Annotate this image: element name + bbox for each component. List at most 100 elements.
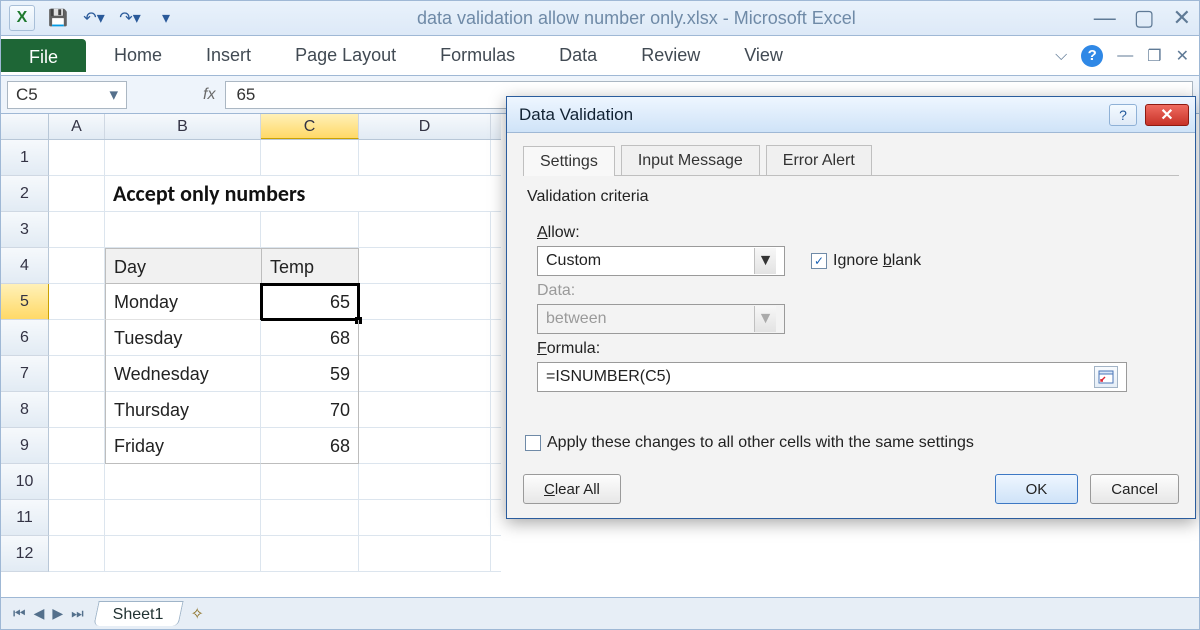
formula-input[interactable]: =ISNUMBER(C5) (537, 362, 1127, 392)
sheet-nav-next-icon[interactable]: ▶ (48, 605, 67, 622)
row-header[interactable]: 11 (1, 500, 49, 536)
name-box[interactable]: C5 ▾ (7, 81, 127, 109)
sheet-tab-strip: ⏮ ◀ ▶ ⏭ Sheet1 ✧ (0, 598, 1200, 630)
row-header[interactable]: 7 (1, 356, 49, 392)
cell-c8[interactable]: 70 (261, 392, 359, 428)
cell-c9[interactable]: 68 (261, 428, 359, 464)
tab-review[interactable]: Review (619, 36, 722, 75)
sheet-title[interactable]: Accept only numbers (105, 176, 313, 212)
row-header[interactable]: 3 (1, 212, 49, 248)
mdi-close-icon[interactable]: ✕ (1176, 46, 1189, 66)
row-header[interactable]: 12 (1, 536, 49, 572)
apply-to-all-label: Apply these changes to all other cells w… (547, 434, 974, 452)
tab-view[interactable]: View (722, 36, 805, 75)
row-header[interactable]: 5 (1, 284, 49, 320)
ignore-blank-checkbox[interactable]: ✓ Ignore blank (811, 252, 921, 270)
row-2: 2 Accept only numbers (1, 176, 501, 212)
allow-label: Allow: (537, 224, 1173, 242)
col-header-d[interactable]: D (359, 114, 491, 139)
row-9: 9 Friday 68 (1, 428, 501, 464)
sheet-tab-sheet1[interactable]: Sheet1 (93, 601, 183, 626)
row-6: 6 Tuesday 68 (1, 320, 501, 356)
tab-page-layout[interactable]: Page Layout (273, 36, 418, 75)
file-tab[interactable]: File (1, 39, 86, 72)
maximize-icon[interactable]: ▢ (1134, 5, 1155, 31)
customize-qat-icon[interactable]: ▾ (153, 5, 179, 31)
dialog-tab-input-message[interactable]: Input Message (621, 145, 760, 175)
titlebar: X 💾 ↶▾ ↷▾ ▾ data validation allow number… (0, 0, 1200, 36)
row-1: 1 (1, 140, 501, 176)
cell-b7[interactable]: Wednesday (105, 356, 261, 392)
save-icon[interactable]: 💾 (45, 5, 71, 31)
row-header[interactable]: 4 (1, 248, 49, 284)
row-header[interactable]: 10 (1, 464, 49, 500)
redo-icon[interactable]: ↷▾ (117, 5, 143, 31)
tab-data[interactable]: Data (537, 36, 619, 75)
cell-c6[interactable]: 68 (261, 320, 359, 356)
ribbon-minimize-icon[interactable]: ⌵ (1055, 47, 1067, 65)
cancel-button[interactable]: Cancel (1090, 474, 1179, 504)
name-box-dropdown-icon[interactable]: ▾ (109, 85, 118, 105)
dialog-title: Data Validation (519, 105, 633, 125)
range-picker-icon[interactable] (1094, 366, 1118, 388)
checkbox-icon (525, 435, 541, 451)
col-header-b[interactable]: B (105, 114, 261, 139)
row-header[interactable]: 6 (1, 320, 49, 356)
sheet-nav-last-icon[interactable]: ⏭ (67, 605, 88, 622)
fx-label[interactable]: fx (193, 86, 225, 104)
column-headers: A B C D (1, 114, 501, 140)
row-header[interactable]: 2 (1, 176, 49, 212)
dialog-tab-settings[interactable]: Settings (523, 146, 615, 176)
row-3: 3 (1, 212, 501, 248)
cell-c4[interactable]: Temp (261, 248, 359, 284)
cell-b8[interactable]: Thursday (105, 392, 261, 428)
undo-icon[interactable]: ↶▾ (81, 5, 107, 31)
tab-formulas[interactable]: Formulas (418, 36, 537, 75)
ok-button[interactable]: OK (995, 474, 1079, 504)
cell-b9[interactable]: Friday (105, 428, 261, 464)
minimize-icon[interactable]: — (1094, 5, 1116, 31)
data-combo: between ▼ (537, 304, 785, 334)
dialog-close-icon[interactable]: ✕ (1145, 104, 1189, 126)
dialog-help-icon[interactable]: ? (1109, 104, 1137, 126)
row-4: 4 Day Temp (1, 248, 501, 284)
cell-c7[interactable]: 59 (261, 356, 359, 392)
col-header-c[interactable]: C (261, 114, 359, 139)
clear-all-button[interactable]: Clear All (523, 474, 621, 504)
row-12: 12 (1, 536, 501, 572)
help-icon[interactable]: ? (1081, 45, 1103, 67)
formula-label: Formula: (537, 340, 1173, 358)
dialog-tabstrip: Settings Input Message Error Alert (523, 145, 1179, 176)
row-5: 5 Monday 65 (1, 284, 501, 320)
new-sheet-icon[interactable]: ✧ (191, 604, 204, 624)
checkbox-icon: ✓ (811, 253, 827, 269)
excel-logo-icon[interactable]: X (9, 5, 35, 31)
select-all-corner[interactable] (1, 114, 49, 139)
cell-b4[interactable]: Day (105, 248, 261, 284)
cell-b6[interactable]: Tuesday (105, 320, 261, 356)
tab-home[interactable]: Home (92, 36, 184, 75)
chevron-down-icon[interactable]: ▼ (754, 248, 776, 274)
row-header[interactable]: 1 (1, 140, 49, 176)
data-validation-dialog: Data Validation ? ✕ Settings Input Messa… (506, 96, 1196, 519)
sheet-nav-first-icon[interactable]: ⏮ (9, 605, 30, 622)
col-header-a[interactable]: A (49, 114, 105, 139)
mdi-minimize-icon[interactable]: — (1117, 47, 1133, 65)
dialog-titlebar[interactable]: Data Validation ? ✕ (507, 97, 1195, 133)
cell-b5[interactable]: Monday (105, 284, 261, 320)
tab-insert[interactable]: Insert (184, 36, 273, 75)
cell-c5[interactable]: 65 (261, 284, 359, 320)
dialog-tab-error-alert[interactable]: Error Alert (766, 145, 872, 175)
allow-combo-value: Custom (546, 252, 601, 270)
mdi-restore-icon[interactable]: ❐ (1147, 46, 1161, 66)
apply-to-all-checkbox[interactable]: Apply these changes to all other cells w… (525, 434, 1179, 452)
close-icon[interactable]: ✕ (1173, 5, 1191, 31)
sheet-nav-prev-icon[interactable]: ◀ (30, 605, 49, 622)
app-title: data validation allow number only.xlsx -… (179, 8, 1094, 29)
name-box-value: C5 (16, 85, 38, 105)
allow-combo[interactable]: Custom ▼ (537, 246, 785, 276)
worksheet-grid[interactable]: A B C D 1 2 Accept only numbers 3 4 Day T… (1, 114, 501, 597)
formula-bar-value: 65 (236, 85, 255, 105)
row-header[interactable]: 9 (1, 428, 49, 464)
row-header[interactable]: 8 (1, 392, 49, 428)
